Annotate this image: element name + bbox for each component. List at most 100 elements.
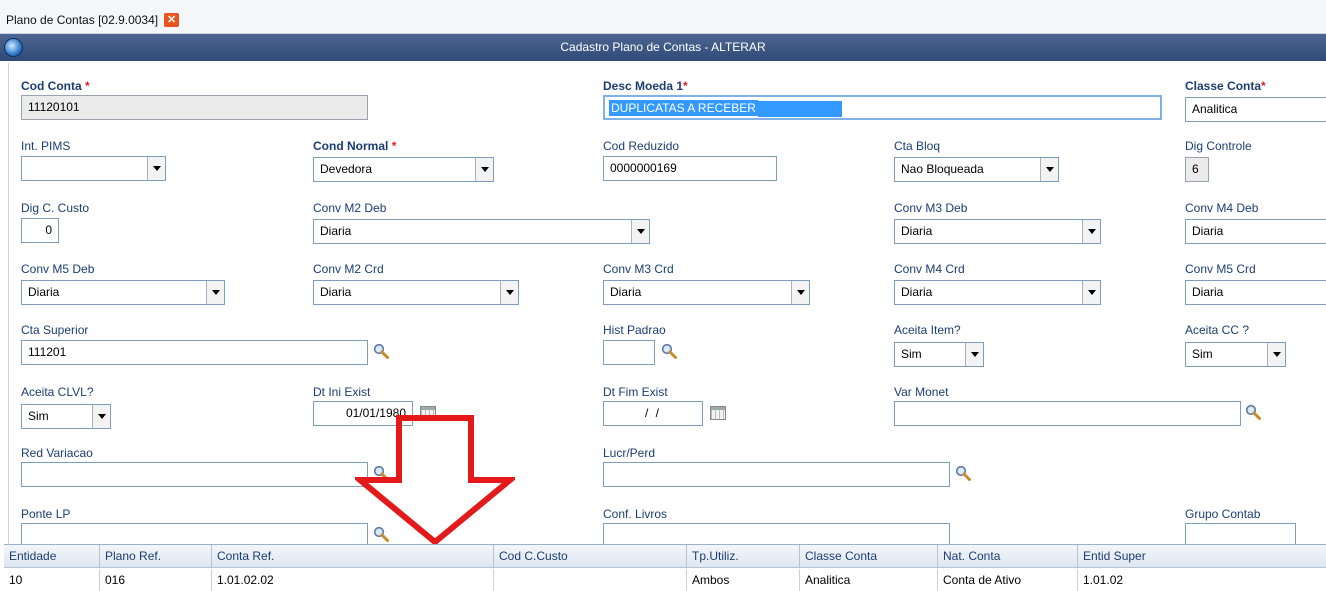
var-monet-field[interactable]	[894, 401, 1241, 426]
tab-label: Plano de Contas [02.9.0034]	[6, 13, 159, 27]
lucr-perd-field[interactable]	[603, 462, 950, 487]
chevron-down-icon[interactable]	[92, 405, 110, 428]
conv-m3-deb-select[interactable]: Diaria	[894, 219, 1101, 244]
chevron-down-icon[interactable]	[1082, 281, 1100, 304]
conv-m3-deb-label: Conv M3 Deb	[894, 201, 968, 215]
conv-m2-deb-label: Conv M2 Deb	[313, 201, 387, 215]
cta-superior-field[interactable]: 111201	[21, 340, 368, 365]
conv-m4-crd-label: Conv M4 Crd	[894, 262, 965, 276]
calendar-icon[interactable]	[710, 406, 726, 420]
classe-conta-label: Classe Conta*	[1185, 79, 1266, 93]
chevron-down-icon[interactable]	[206, 281, 224, 304]
int-pims-select[interactable]	[21, 156, 166, 181]
app-logo-icon	[4, 38, 23, 57]
chevron-down-icon[interactable]	[1267, 343, 1285, 366]
column-header[interactable]: Conta Ref.	[212, 545, 494, 568]
grupo-contab-field[interactable]	[1185, 523, 1296, 544]
cta-bloq-label: Cta Bloq	[894, 139, 941, 153]
table-cell: 1.01.02	[1083, 573, 1124, 587]
chevron-down-icon[interactable]	[1040, 158, 1058, 181]
ponte-lp-label: Ponte LP	[21, 507, 71, 521]
hist-padrao-label: Hist Padrao	[603, 323, 666, 337]
int-pims-label: Int. PIMS	[21, 139, 71, 153]
conv-m2-crd-select[interactable]: Diaria	[313, 280, 519, 305]
chevron-down-icon[interactable]	[631, 220, 649, 243]
chevron-down-icon[interactable]	[475, 158, 493, 181]
cod-conta-label: Cod Conta *	[21, 79, 90, 93]
close-icon[interactable]: ✕	[164, 13, 180, 27]
hist-padrao-field[interactable]	[603, 340, 655, 365]
table-cell: 016	[100, 569, 212, 591]
chevron-down-icon[interactable]	[965, 343, 983, 366]
conf-livros-label: Conf. Livros	[603, 507, 668, 521]
column-header[interactable]: Cod C.Custo	[494, 545, 687, 568]
cta-bloq-select[interactable]: Nao Bloqueada	[894, 157, 1059, 182]
cond-normal-select[interactable]: Devedora	[313, 157, 494, 182]
dig-controle-field[interactable]: 6	[1185, 157, 1209, 182]
cod-reduzido-field[interactable]: 0000000169	[603, 156, 777, 181]
window-titlebar: Cadastro Plano de Contas - ALTERAR	[0, 34, 1326, 61]
table-cell: 10	[4, 569, 100, 591]
tab-plano-de-contas[interactable]: Plano de Contas [02.9.0034] ✕	[0, 9, 185, 31]
dt-ini-exist-label: Dt Ini Exist	[313, 385, 371, 399]
conv-m5-crd-select[interactable]: Diaria	[1185, 280, 1326, 305]
chevron-down-icon[interactable]	[500, 281, 518, 304]
red-variacao-label: Red Variacao	[21, 446, 93, 460]
column-header[interactable]: Plano Ref.	[100, 545, 212, 568]
dig-controle-label: Dig Controle	[1185, 139, 1252, 153]
table-cell: Ambos	[687, 569, 800, 591]
classe-conta-select[interactable]: Analitica	[1185, 97, 1326, 122]
red-down-arrow-annotation	[355, 415, 515, 545]
aceita-item-select[interactable]: Sim	[894, 342, 984, 367]
chevron-down-icon[interactable]	[791, 281, 809, 304]
conv-m4-deb-select[interactable]: Diaria	[1185, 219, 1326, 244]
cond-normal-label: Cond Normal *	[313, 139, 397, 153]
conf-livros-field[interactable]	[603, 523, 950, 544]
aceita-clvl-select[interactable]: Sim	[21, 404, 111, 429]
tab-strip: Plano de Contas [02.9.0034] ✕	[0, 0, 1326, 34]
conv-m5-deb-select[interactable]: Diaria	[21, 280, 225, 305]
search-icon[interactable]	[1245, 404, 1261, 420]
window-title: Cadastro Plano de Contas - ALTERAR	[560, 40, 766, 54]
chevron-down-icon[interactable]	[147, 157, 165, 180]
column-header[interactable]: Nat. Conta	[938, 545, 1078, 568]
aceita-cc-select[interactable]: Sim	[1185, 342, 1286, 367]
column-header[interactable]: Entid Super	[1078, 545, 1326, 568]
table-cell: 1.01.02.02	[212, 569, 494, 591]
aceita-clvl-label: Aceita CLVL?	[21, 385, 94, 399]
conv-m3-crd-select[interactable]: Diaria	[603, 280, 810, 305]
dig-c-custo-label: Dig C. Custo	[21, 201, 90, 215]
dig-c-custo-field[interactable]: 0	[21, 218, 59, 243]
account-form: Cod Conta * 11120101 Desc Moeda 1* DUPLI…	[8, 63, 1326, 544]
reference-accounts-grid: Entidade Plano Ref. Conta Ref. Cod C.Cus…	[4, 544, 1326, 591]
chevron-down-icon[interactable]	[1082, 220, 1100, 243]
search-icon[interactable]	[955, 465, 971, 481]
conv-m2-deb-select[interactable]: Diaria	[313, 219, 650, 244]
conv-m4-crd-select[interactable]: Diaria	[894, 280, 1101, 305]
red-variacao-field[interactable]	[21, 462, 368, 487]
table-cell: Analitica	[800, 569, 938, 591]
var-monet-label: Var Monet	[894, 385, 949, 399]
cta-superior-label: Cta Superior	[21, 323, 89, 337]
ponte-lp-field[interactable]	[21, 523, 368, 544]
grid-header: Entidade Plano Ref. Conta Ref. Cod C.Cus…	[4, 545, 1326, 568]
desc-moeda1-label: Desc Moeda 1*	[603, 79, 688, 93]
cod-conta-field[interactable]: 11120101	[21, 95, 368, 120]
column-header[interactable]: Entidade	[4, 545, 100, 568]
conv-m3-crd-label: Conv M3 Crd	[603, 262, 674, 276]
conv-m2-crd-label: Conv M2 Crd	[313, 262, 384, 276]
column-header[interactable]: Tp.Utiliz.	[687, 545, 800, 568]
conv-m4-deb-label: Conv M4 Deb	[1185, 201, 1259, 215]
dt-fim-exist-field[interactable]: / /	[603, 401, 703, 426]
table-row[interactable]: 10 016 1.01.02.02 Ambos Analitica Conta …	[4, 569, 1326, 591]
desc-moeda1-value: DUPLICATAS A RECEBER	[609, 100, 758, 116]
aceita-cc-label: Aceita CC ?	[1185, 323, 1250, 337]
search-icon[interactable]	[373, 343, 389, 359]
aceita-item-label: Aceita Item?	[894, 323, 961, 337]
search-icon[interactable]	[661, 343, 677, 359]
conv-m5-crd-label: Conv M5 Crd	[1185, 262, 1256, 276]
conv-m5-deb-label: Conv M5 Deb	[21, 262, 95, 276]
column-header[interactable]: Classe Conta	[800, 545, 938, 568]
desc-moeda1-field[interactable]: DUPLICATAS A RECEBER	[603, 95, 1162, 120]
lucr-perd-label: Lucr/Perd	[603, 446, 656, 460]
